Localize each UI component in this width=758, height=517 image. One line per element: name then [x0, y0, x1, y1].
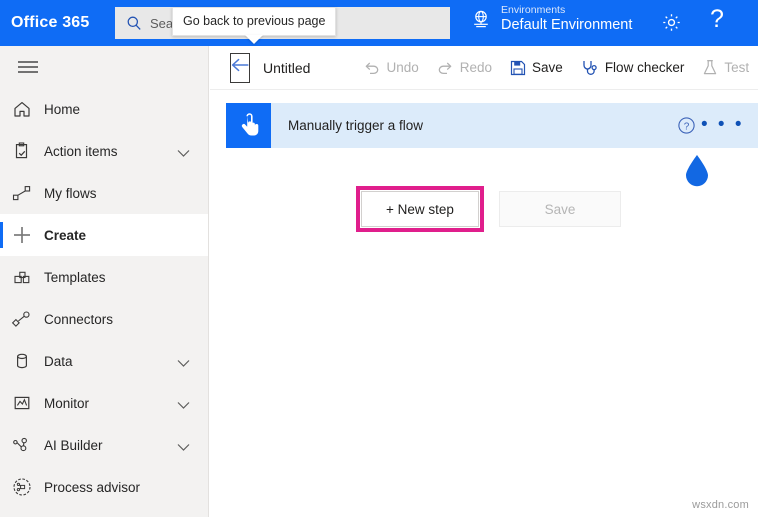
- sidebar-item-my-flows[interactable]: My flows: [0, 172, 208, 214]
- stethoscope-icon: [581, 59, 599, 76]
- help-circle-icon[interactable]: ?: [677, 116, 696, 140]
- touch-hand-icon: [226, 103, 271, 148]
- canvas-save-label: Save: [544, 201, 576, 217]
- environment-globe-icon: [470, 8, 492, 30]
- tooltip-go-back: Go back to previous page: [172, 7, 337, 44]
- test-button[interactable]: Test: [693, 46, 758, 90]
- chevron-down-icon[interactable]: [177, 145, 190, 163]
- ai-builder-icon: [0, 435, 44, 455]
- environment-name: Default Environment: [501, 17, 633, 34]
- undo-arrow-icon: [363, 60, 380, 76]
- sidebar-item-create[interactable]: Create: [0, 214, 208, 256]
- sidebar-item-process-advisor[interactable]: Process advisor: [0, 466, 208, 508]
- flow-title[interactable]: Untitled: [263, 60, 310, 76]
- trigger-card[interactable]: Manually trigger a flow ? • • •: [226, 103, 758, 148]
- chevron-down-icon[interactable]: [177, 439, 190, 457]
- blue-drop-cursor-icon: [683, 154, 711, 188]
- ellipsis-icon[interactable]: • • •: [701, 115, 744, 134]
- undo-button[interactable]: Undo: [354, 46, 427, 90]
- environment-label: Environments: [501, 4, 566, 16]
- top-header-bar: Office 365 Search all flows: [0, 0, 758, 46]
- main-content: Untitled Undo Redo Save Flow checker Tes…: [210, 46, 758, 517]
- new-step-highlight: + New step: [356, 186, 484, 232]
- sidebar-item-label: My flows: [44, 185, 97, 201]
- sidebar-item-label: Connectors: [44, 311, 114, 327]
- redo-arrow-icon: [437, 60, 454, 76]
- sidebar-item-connectors[interactable]: Connectors: [0, 298, 208, 340]
- sidebar-item-label: Process advisor: [44, 479, 141, 495]
- redo-button[interactable]: Redo: [428, 46, 501, 90]
- sidebar-item-home[interactable]: Home: [0, 88, 208, 130]
- sidebar-item-action-items[interactable]: Action items: [0, 130, 208, 172]
- redo-label: Redo: [459, 60, 493, 75]
- back-button[interactable]: [230, 52, 250, 83]
- undo-label: Undo: [386, 60, 419, 75]
- svg-text:?: ?: [684, 121, 690, 132]
- chevron-down-icon[interactable]: [177, 397, 190, 415]
- brand-title: Office 365: [11, 14, 90, 31]
- left-navigation: Home Action items My flows Create Templa…: [0, 46, 209, 517]
- flow-nodes-icon: [0, 183, 44, 203]
- sidebar-item-label: Create: [44, 227, 87, 243]
- sidebar-item-monitor[interactable]: Monitor: [0, 382, 208, 424]
- trigger-title: Manually trigger a flow: [288, 118, 424, 133]
- test-label: Test: [724, 60, 750, 75]
- monitor-chart-icon: [0, 393, 44, 413]
- tooltip-arrow: [245, 35, 264, 44]
- templates-icon: [0, 267, 44, 287]
- question-mark-icon[interactable]: ?: [710, 5, 724, 34]
- new-step-button[interactable]: + New step: [361, 191, 479, 227]
- save-label: Save: [532, 60, 563, 75]
- clipboard-check-icon: [0, 141, 44, 161]
- sidebar-item-label: Data: [44, 353, 73, 369]
- sidebar-item-label: Monitor: [44, 395, 90, 411]
- sidebar-item-label: AI Builder: [44, 437, 103, 453]
- sidebar-item-templates[interactable]: Templates: [0, 256, 208, 298]
- tooltip-text: Go back to previous page: [183, 14, 326, 28]
- sidebar-item-label: Action items: [44, 143, 118, 159]
- new-step-label: + New step: [386, 201, 454, 217]
- flow-command-bar: Untitled Undo Redo Save Flow checker Tes…: [210, 46, 758, 90]
- database-icon: [0, 351, 44, 371]
- watermark: wsxdn.com: [692, 499, 749, 511]
- connector-plug-icon: [0, 309, 44, 329]
- home-icon: [0, 99, 44, 119]
- search-icon: [126, 15, 142, 31]
- flow-checker-button[interactable]: Flow checker: [572, 46, 694, 90]
- process-advisor-icon: [0, 476, 44, 498]
- save-button[interactable]: Save: [501, 46, 572, 90]
- chevron-down-icon[interactable]: [177, 355, 190, 373]
- environment-selector[interactable]: Environments Default Environment: [470, 4, 632, 34]
- plus-icon: [0, 224, 44, 246]
- sidebar-item-label: Templates: [44, 269, 106, 285]
- flow-checker-label: Flow checker: [604, 60, 685, 75]
- canvas-save-button[interactable]: Save: [499, 191, 621, 227]
- hamburger-menu-icon[interactable]: [0, 46, 208, 88]
- flask-icon: [702, 59, 718, 76]
- sidebar-item-ai-builder[interactable]: AI Builder: [0, 424, 208, 466]
- app-window: Office 365 Search all flows: [0, 0, 758, 517]
- sidebar-item-data[interactable]: Data: [0, 340, 208, 382]
- back-arrow-icon: [231, 58, 249, 77]
- sidebar-item-label: Home: [44, 101, 81, 117]
- gear-icon[interactable]: [660, 11, 683, 39]
- save-disk-icon: [510, 60, 526, 76]
